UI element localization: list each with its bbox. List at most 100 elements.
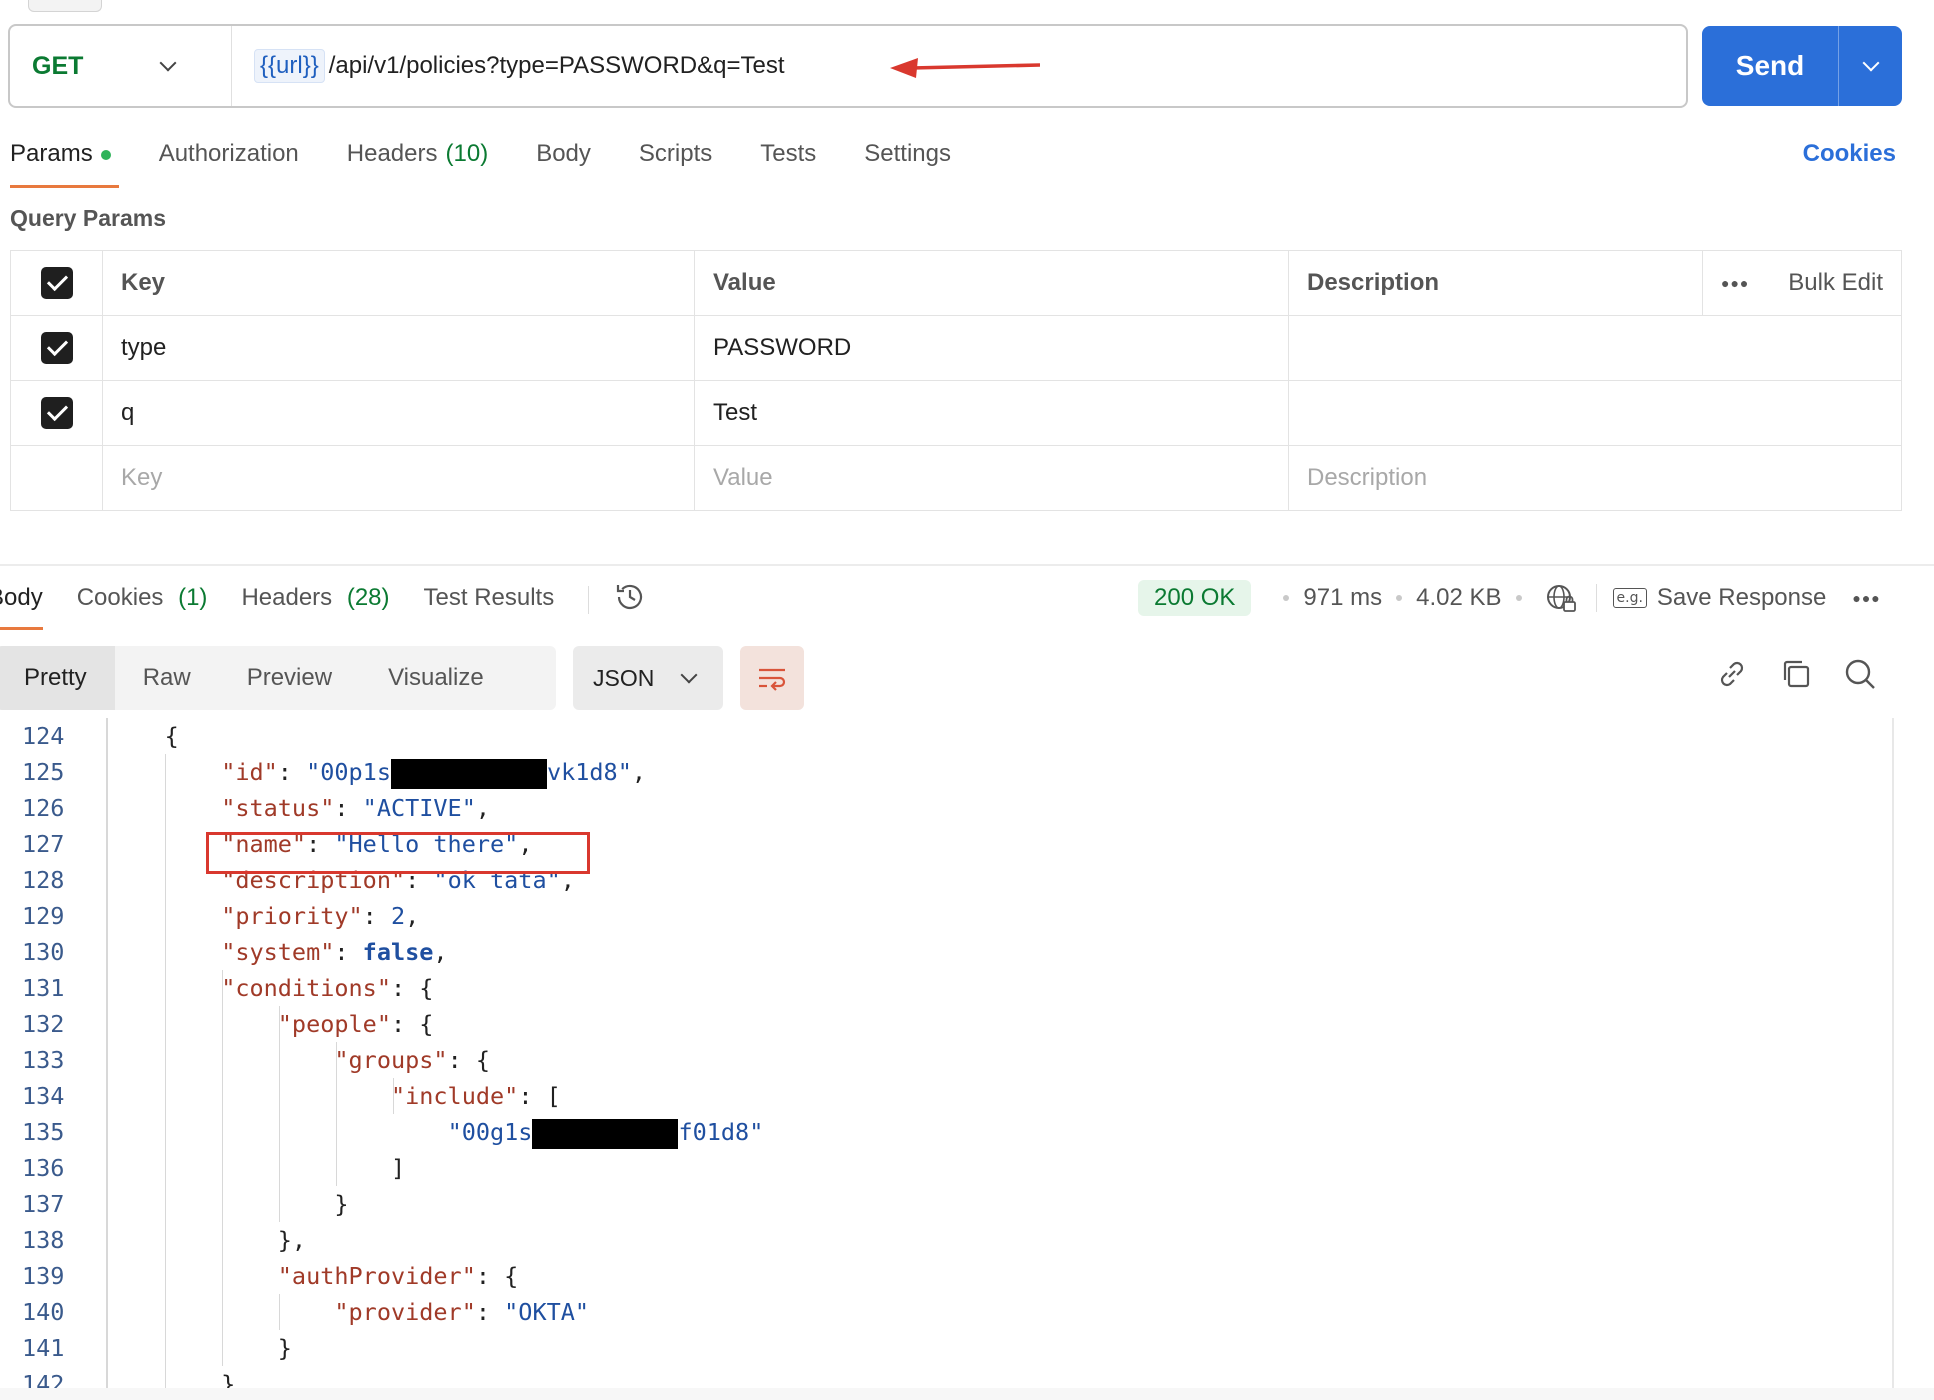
param-key-cell[interactable]: type [102, 315, 695, 381]
code-line: } [108, 1334, 292, 1362]
tab-test-results-label: Test Results [423, 584, 555, 611]
meta-separator [1396, 595, 1403, 601]
code-line: }, [108, 1226, 307, 1254]
send-button[interactable]: Send [1702, 26, 1838, 106]
tab-response-headers[interactable]: Headers (28) [241, 580, 389, 630]
view-raw-button[interactable]: Raw [115, 646, 219, 710]
param-description-cell[interactable] [1288, 315, 1902, 381]
new-key-input[interactable]: Key [102, 445, 695, 511]
tab-body[interactable]: Body [536, 132, 591, 188]
response-tabs: Body Cookies (1) Headers (28) Test Resul… [0, 580, 647, 630]
code-line: "authProvider": { [277, 1262, 519, 1290]
line-number: 141 [22, 1334, 65, 1362]
chevron-down-icon [1862, 54, 1879, 72]
code-line: "status": "ACTIVE", [221, 794, 491, 822]
tab-settings[interactable]: Settings [864, 132, 951, 188]
method-selector[interactable]: GET [10, 26, 232, 106]
system-value: false [362, 938, 434, 966]
redaction-block [532, 1118, 679, 1149]
param-value-cell[interactable]: PASSWORD [694, 315, 1289, 381]
code-line: { [108, 722, 179, 750]
tab-test-results[interactable]: Test Results [424, 580, 555, 630]
pane-divider[interactable] [0, 564, 1934, 566]
new-description-input[interactable]: Description [1288, 445, 1902, 511]
chevron-down-icon [680, 666, 698, 684]
wrap-lines-icon [759, 668, 786, 691]
copy-icon[interactable] [1778, 656, 1814, 692]
tab-response-headers-label: Headers [241, 584, 333, 611]
tab-headers[interactable]: Headers (10) [347, 132, 488, 188]
meta-divider [1595, 584, 1597, 612]
tab-scripts[interactable]: Scripts [639, 132, 712, 188]
response-more-options-icon[interactable]: ●●● [1852, 590, 1880, 606]
tab-response-cookies[interactable]: Cookies (1) [77, 580, 208, 630]
tab-scripts-label: Scripts [638, 140, 713, 167]
line-number: 135 [22, 1118, 65, 1146]
code-line: "priority": 2, [221, 902, 420, 930]
example-icon[interactable]: e.g. [1612, 588, 1647, 608]
format-label: JSON [593, 664, 655, 691]
view-visualize-button[interactable]: Visualize [360, 646, 512, 710]
format-select[interactable]: JSON [573, 646, 723, 710]
tab-headers-count: (10) [445, 140, 489, 167]
network-globe-lock-icon[interactable] [1544, 581, 1578, 615]
response-size[interactable]: 4.02 KB [1416, 584, 1501, 612]
tab-tests[interactable]: Tests [760, 132, 816, 188]
more-options-icon[interactable]: ●●● [1721, 275, 1749, 291]
code-line: "00g1s f01d8" [108, 1114, 1894, 1150]
view-pretty-button[interactable]: Pretty [0, 646, 115, 710]
tab-response-cookies-label: Cookies [76, 584, 164, 611]
param-value-cell[interactable]: Test [694, 380, 1289, 446]
code-line: "people": { [277, 1010, 434, 1038]
priority-value: 2 [390, 902, 406, 930]
redaction-block [390, 758, 547, 789]
code-line: "id": "00p1s vk1d8", [108, 754, 1894, 790]
code-line: ] [108, 1154, 406, 1182]
view-mode-group: Pretty Raw Preview Visualize [0, 646, 556, 710]
send-button-group: Send [1702, 26, 1902, 106]
bulk-edit-button[interactable]: Bulk Edit [1788, 269, 1883, 297]
select-all-checkbox[interactable] [40, 267, 73, 299]
link-icon[interactable] [1714, 656, 1750, 692]
row-checkbox[interactable] [40, 332, 73, 364]
url-input[interactable]: {{url}} /api/v1/policies?type=PASSWORD&q… [254, 49, 785, 83]
view-preview-button[interactable]: Preview [219, 646, 360, 710]
code-line: "groups": { [334, 1046, 491, 1074]
tab-response-body[interactable]: Body [0, 580, 43, 630]
tab-authorization[interactable]: Authorization [159, 132, 299, 188]
request-tabs: Params Authorization Headers (10) Body S… [10, 132, 999, 188]
annotation-arrow-icon [890, 58, 1040, 78]
new-value-input[interactable]: Value [694, 445, 1289, 511]
search-icon[interactable] [1842, 656, 1878, 692]
param-description-cell[interactable] [1288, 380, 1902, 446]
vertical-scrollbar[interactable] [1892, 718, 1894, 1390]
history-icon[interactable] [613, 580, 647, 614]
url-variable[interactable]: {{url}} [254, 49, 325, 83]
row-check-cell [10, 445, 103, 511]
meta-separator [1283, 595, 1290, 601]
send-options-button[interactable] [1839, 26, 1902, 106]
line-number: 127 [22, 830, 65, 858]
line-number: 126 [22, 794, 65, 822]
wrap-lines-button[interactable] [740, 646, 804, 710]
line-number: 128 [22, 866, 65, 894]
status-badge[interactable]: 200 OK [1138, 580, 1252, 616]
response-time[interactable]: 971 ms [1303, 584, 1382, 612]
row-checkbox[interactable] [40, 397, 73, 429]
table-row: q Test [10, 380, 1902, 446]
bulk-edit-cell: ●●● Bulk Edit [1702, 250, 1902, 316]
tab-headers-label: Headers [346, 140, 438, 167]
save-response-button[interactable]: Save Response [1657, 584, 1826, 612]
line-number: 133 [22, 1046, 65, 1074]
status-value: "ACTIVE" [362, 794, 476, 822]
response-tools [1714, 656, 1878, 692]
select-all-cell [10, 250, 103, 316]
tab-params[interactable]: Params [10, 132, 119, 188]
cookies-link[interactable]: Cookies [1803, 140, 1896, 168]
chevron-down-icon [159, 54, 177, 72]
response-body-viewer[interactable]: 124 125 126 127 128 129 130 131 132 133 134 135 136 1… [0, 718, 1894, 1390]
group-value-start: "00g1s [447, 1118, 533, 1146]
line-number: 140 [22, 1298, 65, 1326]
method-label: GET [32, 51, 84, 80]
param-key-cell[interactable]: q [102, 380, 695, 446]
